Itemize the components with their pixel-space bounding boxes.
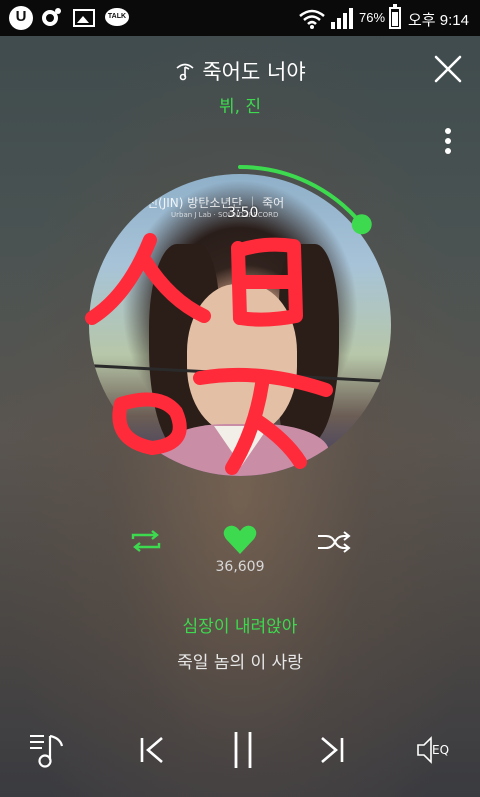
next-icon[interactable] bbox=[314, 730, 348, 770]
lyric-next-line[interactable]: 죽일 놈의 이 사랑 bbox=[0, 648, 480, 673]
heart-icon[interactable] bbox=[222, 524, 258, 556]
more-dot bbox=[445, 148, 451, 154]
wifi-icon bbox=[299, 9, 325, 29]
status-bar: U TALK 76% 오후 9:14 bbox=[0, 0, 480, 36]
kakaotalk-icon: TALK bbox=[105, 8, 129, 26]
elapsed-time: 3:50 bbox=[227, 205, 259, 221]
music-player-screen: U TALK 76% 오후 9:14 죽어도 너야 뷔, 진 진(JIN) 방탄… bbox=[0, 0, 480, 797]
battery-icon bbox=[389, 4, 401, 29]
u-plus-app-icon: U bbox=[9, 6, 33, 30]
shuffle-icon[interactable] bbox=[316, 529, 352, 555]
album-art-area[interactable]: 진(JIN) 방탄소년단 ｜ 죽어 Urban J Lab · SOUNDZRE… bbox=[89, 165, 391, 476]
gallery-icon bbox=[73, 9, 95, 27]
more-dot bbox=[445, 128, 451, 134]
equalizer-label: EQ bbox=[432, 743, 450, 757]
music-note-icon bbox=[176, 63, 194, 81]
playlist-icon[interactable] bbox=[28, 730, 68, 770]
signal-icon bbox=[331, 8, 353, 29]
previous-icon[interactable] bbox=[136, 730, 170, 770]
repeat-icon[interactable] bbox=[128, 528, 164, 554]
talk-label: TALK bbox=[107, 13, 127, 20]
equalizer-button[interactable]: EQ bbox=[414, 730, 458, 770]
battery-level bbox=[392, 12, 398, 26]
battery-percent: 76% bbox=[359, 10, 386, 25]
more-dot bbox=[445, 138, 451, 144]
song-title: 죽어도 너야 bbox=[202, 60, 306, 84]
pause-icon[interactable] bbox=[228, 730, 258, 770]
music-app-icon bbox=[42, 8, 61, 26]
like-count: 36,609 bbox=[215, 559, 265, 575]
more-vertical-icon[interactable] bbox=[438, 126, 458, 156]
close-icon[interactable] bbox=[432, 53, 464, 85]
progress-handle[interactable] bbox=[351, 214, 372, 235]
clock: 오후 9:14 bbox=[408, 12, 469, 29]
lyric-current-line[interactable]: 심장이 내려앉아 bbox=[0, 612, 480, 637]
song-title-row: 죽어도 너야 bbox=[0, 56, 480, 86]
artist-name[interactable]: 뷔, 진 bbox=[0, 92, 480, 117]
u-plus-label: U bbox=[15, 8, 27, 25]
